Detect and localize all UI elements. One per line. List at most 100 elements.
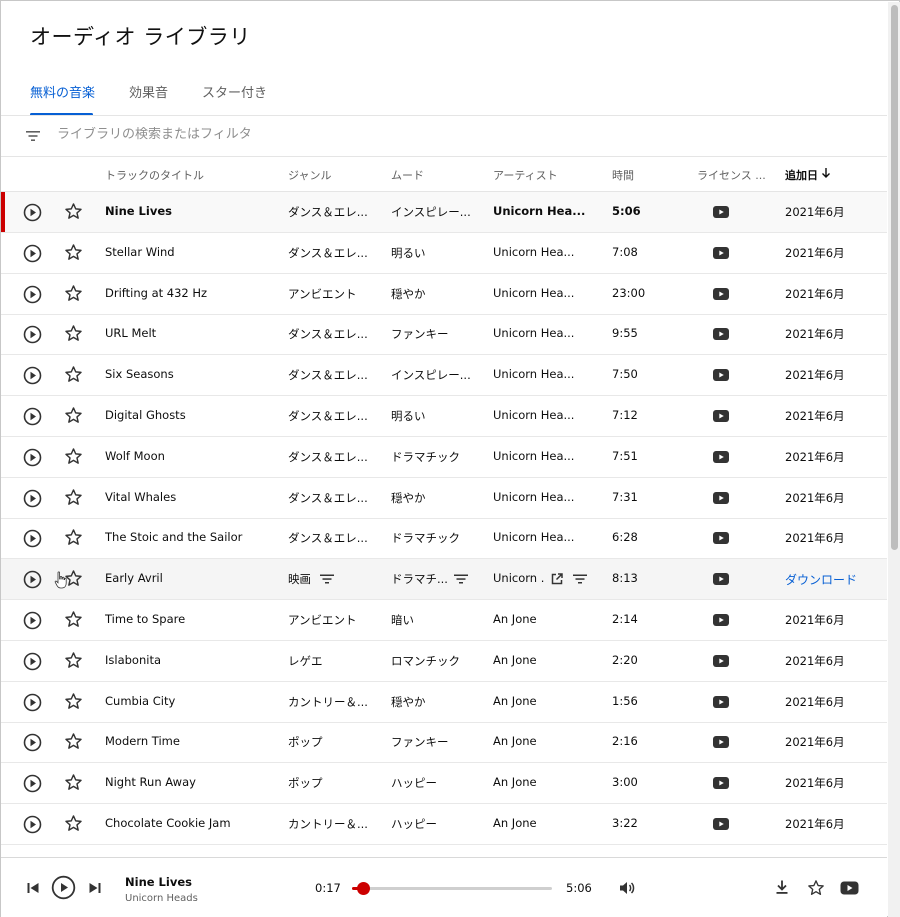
- track-artist: Unicorn Hea...: [493, 285, 575, 300]
- star-track-icon[interactable]: [64, 202, 83, 221]
- sort-arrow-down-icon: [822, 168, 830, 178]
- filter-genre-icon[interactable]: [320, 572, 334, 586]
- track-row[interactable]: Drifting at 432 Hz アンビエント 穏やか Unicorn Hea..…: [1, 274, 887, 315]
- download-link[interactable]: ダウンロード: [785, 571, 857, 588]
- track-row[interactable]: Early Avril 映画 ドラマチ... Unicorn ... 8:13 ダウンロー…: [1, 559, 887, 601]
- filter-artist-icon[interactable]: [573, 572, 587, 586]
- youtube-license-icon: [713, 777, 729, 790]
- track-mood: ファンキー: [391, 735, 449, 750]
- column-header-license[interactable]: ライセンス ...: [697, 167, 766, 183]
- star-track-icon[interactable]: [64, 732, 83, 751]
- star-track-icon[interactable]: [64, 284, 83, 303]
- filter-mood-icon[interactable]: [454, 572, 468, 586]
- tab-starred[interactable]: スター付き: [202, 85, 267, 115]
- track-duration: 6:28: [612, 530, 638, 545]
- track-title: Vital Whales: [105, 489, 177, 504]
- play-track-icon[interactable]: [23, 285, 42, 304]
- play-track-icon[interactable]: [23, 448, 42, 467]
- column-header-genre[interactable]: ジャンル: [288, 167, 331, 183]
- column-header-mood[interactable]: ムード: [391, 167, 424, 183]
- track-added-date: 2021年6月: [785, 245, 845, 260]
- track-row[interactable]: Modern Time ポップ ファンキー An Jone 2:16 2021年6月: [1, 722, 887, 764]
- download-icon[interactable]: [774, 879, 790, 895]
- play-track-icon[interactable]: [23, 570, 42, 589]
- track-title: URL Melt: [105, 326, 157, 341]
- track-row[interactable]: Nine Lives ダンス＆エレ... インスピレー... Unicorn Hea.…: [1, 192, 887, 233]
- next-track-icon[interactable]: [88, 881, 102, 895]
- track-artist: Unicorn Hea...: [493, 204, 586, 218]
- track-added-date: 2021年6月: [785, 531, 845, 546]
- track-added-date: 2021年6月: [785, 286, 845, 301]
- play-track-icon[interactable]: [23, 203, 42, 222]
- column-header-added[interactable]: 追加日: [785, 167, 830, 183]
- scrollbar-thumb[interactable]: [891, 5, 898, 550]
- previous-track-icon[interactable]: [26, 881, 40, 895]
- track-artist: An Jone: [493, 612, 537, 626]
- track-duration: 2:20: [612, 652, 638, 667]
- track-row[interactable]: Chocolate Cookie Jam カントリー＆... ハッピー An Jone…: [1, 804, 887, 845]
- star-track-icon[interactable]: [64, 243, 83, 262]
- play-track-icon[interactable]: [23, 774, 42, 793]
- star-track-icon[interactable]: [64, 814, 83, 833]
- track-row[interactable]: URL Melt ダンス＆エレ... ファンキー Unicorn Hea... 9:55…: [1, 314, 887, 356]
- column-header-artist[interactable]: アーティスト: [493, 167, 558, 183]
- play-track-icon[interactable]: [23, 652, 42, 671]
- track-genre: カントリー＆...: [288, 694, 368, 709]
- star-track-icon[interactable]: [64, 610, 83, 629]
- track-row[interactable]: Digital Ghosts ダンス＆エレ... 明るい Unicorn Hea...…: [1, 396, 887, 437]
- star-track-icon[interactable]: [64, 324, 83, 343]
- star-track-icon[interactable]: [64, 773, 83, 792]
- play-track-icon[interactable]: [23, 693, 42, 712]
- play-track-icon[interactable]: [23, 244, 42, 263]
- open-external-icon[interactable]: [550, 572, 564, 586]
- play-track-icon[interactable]: [23, 366, 42, 385]
- track-row[interactable]: Vital Whales ダンス＆エレ... 穏やか Unicorn Hea... 7:…: [1, 478, 887, 519]
- star-track-icon[interactable]: [64, 651, 83, 670]
- play-track-icon[interactable]: [23, 325, 42, 344]
- track-artist: An Jone: [493, 775, 537, 790]
- filter-icon[interactable]: [25, 128, 41, 144]
- library-search-input[interactable]: [57, 127, 457, 142]
- play-track-icon[interactable]: [23, 733, 42, 752]
- star-track-icon[interactable]: [64, 365, 83, 384]
- star-track-icon[interactable]: [64, 447, 83, 466]
- track-mood: 穏やか: [391, 490, 426, 505]
- youtube-license-icon: [713, 287, 729, 300]
- tab-sound-effects[interactable]: 効果音: [129, 85, 168, 115]
- play-track-icon[interactable]: [23, 489, 42, 508]
- track-mood: 穏やか: [391, 286, 426, 301]
- track-row[interactable]: Islabonita レゲエ ロマンチック An Jone 2:20 2021年6月: [1, 641, 887, 682]
- tab-free-music[interactable]: 無料の音楽: [30, 85, 95, 115]
- play-track-icon[interactable]: [23, 611, 42, 630]
- track-row[interactable]: Night Run Away ポップ ハッピー An Jone 3:00 2021年6月: [1, 763, 887, 805]
- star-icon[interactable]: [807, 879, 825, 897]
- progress-thumb[interactable]: [357, 882, 370, 895]
- star-track-icon[interactable]: [64, 692, 83, 711]
- track-row[interactable]: Cumbia City カントリー＆... 穏やか An Jone 1:56 2021年6…: [1, 682, 887, 723]
- play-track-icon[interactable]: [23, 529, 42, 548]
- column-header-duration[interactable]: 時間: [612, 167, 634, 183]
- track-row[interactable]: Time to Spare アンビエント 暗い An Jone 2:14 2021年6月: [1, 600, 887, 641]
- youtube-license-icon: [713, 532, 729, 545]
- track-row[interactable]: Stellar Wind ダンス＆エレ... 明るい Unicorn Hea... 7:…: [1, 233, 887, 274]
- youtube-icon[interactable]: [840, 881, 859, 895]
- track-title: The Stoic and the Sailor: [105, 530, 243, 545]
- star-track-icon[interactable]: [64, 528, 83, 547]
- track-row[interactable]: Wolf Moon ダンス＆エレ... ドラマチック Unicorn Hea... 7:…: [1, 437, 887, 478]
- track-added-date: 2021年6月: [785, 409, 845, 423]
- play-track-icon[interactable]: [23, 815, 42, 834]
- youtube-license-icon: [713, 736, 729, 749]
- track-artist: An Jone: [493, 652, 537, 667]
- column-header-title[interactable]: トラックのタイトル: [105, 167, 204, 183]
- column-header-added-label: 追加日: [785, 169, 818, 182]
- track-artist: Unicorn ...: [493, 571, 545, 586]
- play-pause-icon[interactable]: [51, 875, 76, 900]
- progress-slider[interactable]: [352, 882, 552, 895]
- track-added-date: 2021年6月: [785, 327, 845, 342]
- star-track-icon[interactable]: [64, 406, 83, 425]
- volume-icon[interactable]: [618, 879, 636, 897]
- star-track-icon[interactable]: [64, 488, 83, 507]
- track-row[interactable]: The Stoic and the Sailor ダンス＆エレ... ドラマチック U…: [1, 518, 887, 560]
- play-track-icon[interactable]: [23, 407, 42, 426]
- track-row[interactable]: Six Seasons ダンス＆エレ... インスピレー... Unicorn Hea…: [1, 355, 887, 397]
